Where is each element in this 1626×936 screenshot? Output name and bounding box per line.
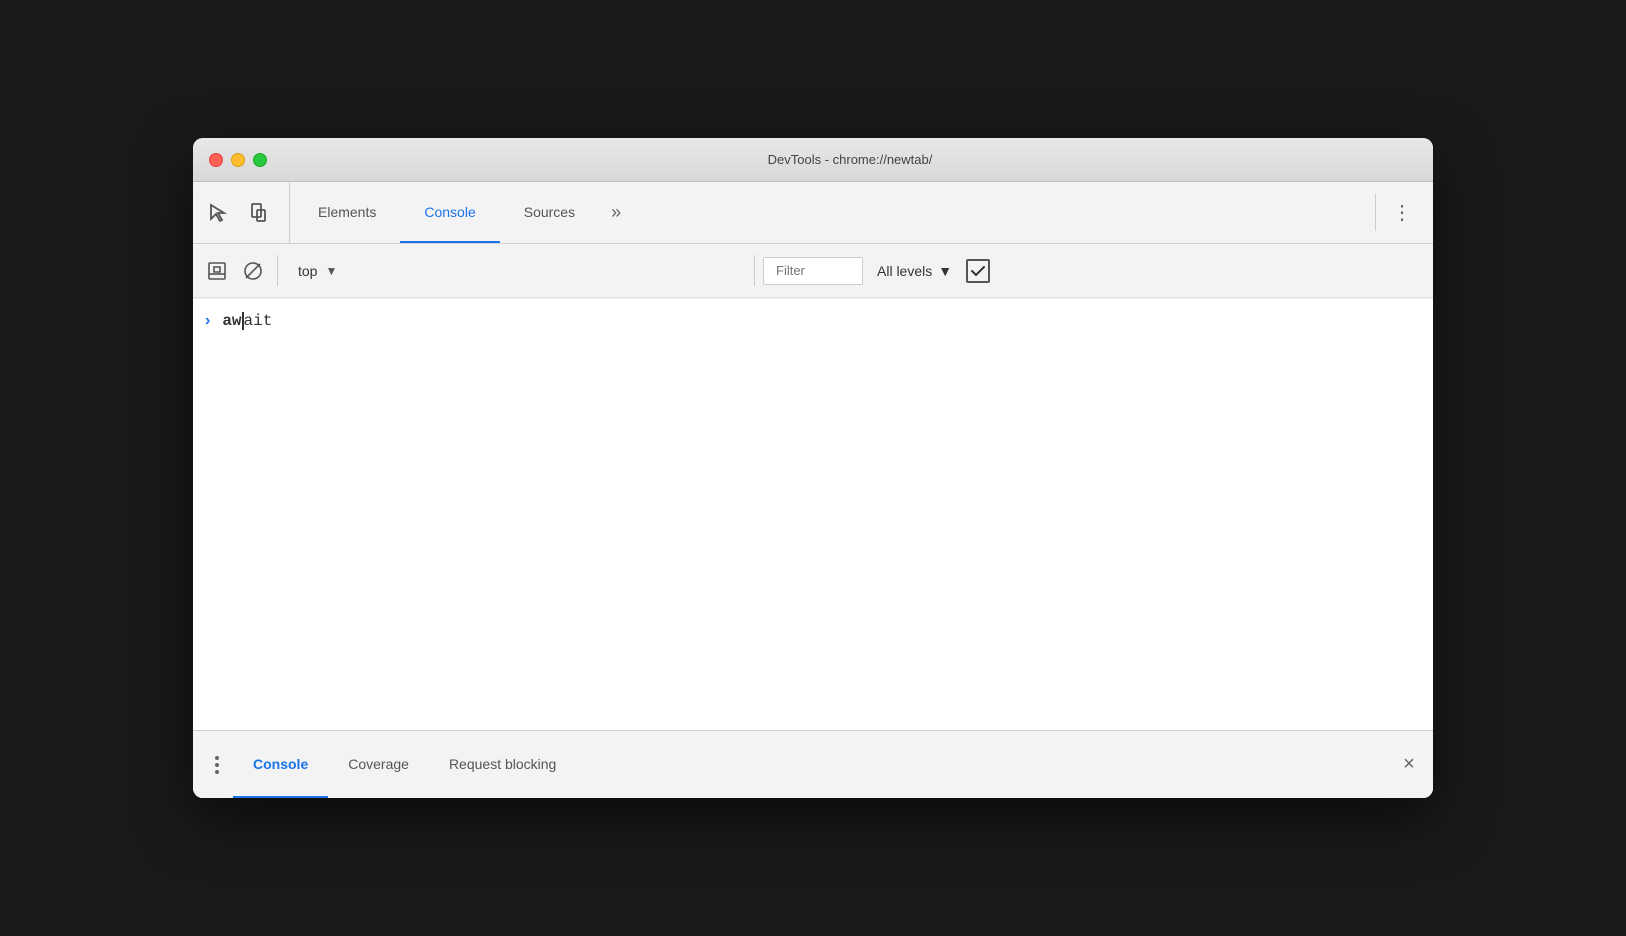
top-toolbar: Elements Console Sources » ⋮ — [193, 182, 1433, 244]
drawer-tab-request-blocking[interactable]: Request blocking — [429, 731, 576, 798]
tab-sources[interactable]: Sources — [500, 182, 599, 243]
prompt-arrow-icon[interactable]: › — [205, 312, 210, 330]
devtools-window: DevTools - chrome://newtab/ — [193, 138, 1433, 798]
device-toolbar-icon-button[interactable] — [241, 195, 277, 231]
bottom-drawer: Console Coverage Request blocking × — [193, 730, 1433, 798]
log-levels-dropdown-arrow-icon: ▼ — [938, 263, 952, 279]
window-title: DevTools - chrome://newtab/ — [283, 152, 1417, 167]
console-toolbar: top ▼ All levels ▼ — [193, 244, 1433, 298]
console-toolbar-separator-2 — [754, 255, 755, 287]
toolbar-separator — [1375, 194, 1376, 231]
close-drawer-button[interactable]: × — [1393, 749, 1425, 781]
minimize-button[interactable] — [231, 153, 245, 167]
main-tabs: Elements Console Sources » — [294, 182, 1371, 243]
console-toolbar-separator — [277, 255, 278, 287]
close-button[interactable] — [209, 153, 223, 167]
drawer-menu-button[interactable] — [201, 749, 233, 781]
tab-console[interactable]: Console — [400, 182, 499, 243]
three-dots-vertical-icon — [215, 756, 219, 774]
filter-input[interactable] — [763, 257, 863, 285]
drawer-tabs: Console Coverage Request blocking — [233, 731, 1393, 798]
console-input-text: aw ait — [222, 312, 272, 330]
drawer-tab-console[interactable]: Console — [233, 731, 328, 798]
traffic-lights — [209, 153, 267, 167]
maximize-button[interactable] — [253, 153, 267, 167]
log-levels-label: All levels — [877, 263, 932, 279]
clear-console-button[interactable] — [237, 255, 269, 287]
console-input-bold: aw — [222, 312, 241, 330]
drawer-tab-coverage[interactable]: Coverage — [328, 731, 429, 798]
more-options-button[interactable]: ⋮ — [1380, 182, 1425, 243]
title-bar: DevTools - chrome://newtab/ — [193, 138, 1433, 182]
console-output[interactable]: › aw ait — [193, 298, 1433, 730]
context-dropdown-arrow-icon: ▼ — [325, 264, 337, 278]
more-tabs-button[interactable]: » — [599, 182, 633, 243]
console-input-normal: ait — [244, 312, 273, 330]
toolbar-icons — [201, 182, 290, 243]
inspect-icon-button[interactable] — [201, 195, 237, 231]
log-levels-selector[interactable]: All levels ▼ — [867, 259, 962, 283]
devtools-panel: Elements Console Sources » ⋮ — [193, 182, 1433, 798]
context-selector-value: top — [298, 263, 317, 279]
context-selector[interactable]: top ▼ — [286, 259, 746, 283]
tab-elements[interactable]: Elements — [294, 182, 400, 243]
settings-checkbox[interactable] — [966, 259, 990, 283]
console-input-line: › aw ait — [193, 298, 1433, 342]
show-console-drawer-button[interactable] — [201, 255, 233, 287]
